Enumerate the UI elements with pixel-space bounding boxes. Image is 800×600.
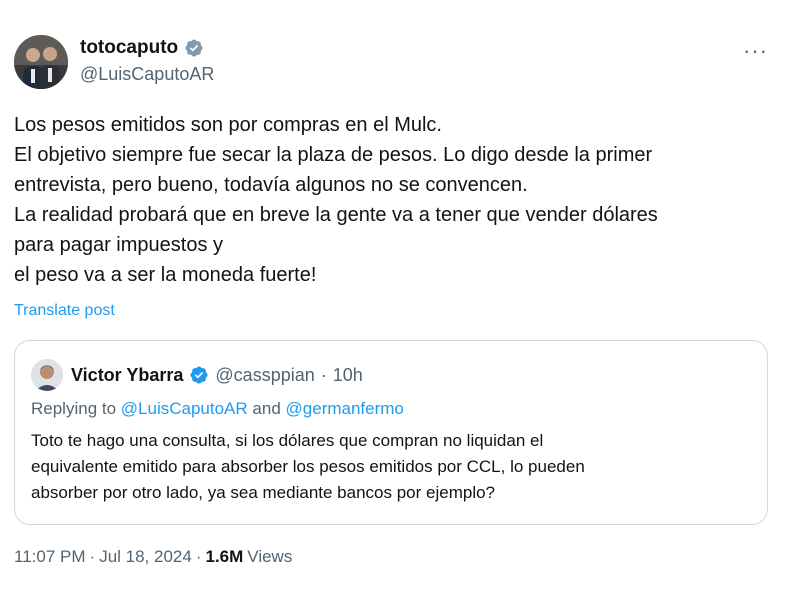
author-avatar[interactable] [14, 35, 68, 89]
verified-badge-icon[interactable] [184, 38, 204, 58]
separator-dot: · [89, 547, 96, 566]
quoted-author-name[interactable]: Victor Ybarra [71, 365, 183, 386]
mention-link[interactable]: @LuisCaputoAR [121, 399, 248, 418]
quoted-tweet-text: Toto te hago una consulta, si los dólare… [31, 428, 751, 506]
quoted-tweet[interactable]: Victor Ybarra @cassppian · 10h Replying … [14, 340, 768, 525]
quoted-line: Toto te hago una consulta, si los dólare… [31, 431, 544, 450]
quoted-tweet-header: Victor Ybarra @cassppian · 10h [31, 359, 363, 391]
avatar-photo [14, 35, 68, 89]
views-count[interactable]: 1.6M [206, 547, 244, 567]
tweet-line: Los pesos emitidos son por compras en el… [14, 114, 442, 136]
tweet-line: para pagar impuestos y [14, 234, 224, 256]
tweet-line: El objetivo siempre fue secar la plaza d… [14, 144, 653, 166]
separator-dot: · [195, 547, 202, 566]
replying-and: and [252, 399, 281, 418]
quoted-author-avatar[interactable] [31, 359, 63, 391]
more-options-icon[interactable]: ··· [743, 38, 768, 64]
tweet-line: La realidad probará que en breve la gent… [14, 204, 658, 226]
quoted-timestamp[interactable]: 10h [333, 365, 363, 386]
tweet-date[interactable]: Jul 18, 2024 [99, 547, 192, 567]
separator-dot: · [320, 364, 327, 385]
tweet-line: el peso va a ser la moneda fuerte! [14, 264, 317, 286]
author-block: totocaputo @LuisCaputoAR [80, 36, 214, 85]
mention-link[interactable]: @germanfermo [286, 399, 404, 418]
tweet-card: totocaputo @LuisCaputoAR ··· Los pesos e… [0, 0, 800, 600]
author-name-row: totocaputo [80, 36, 214, 60]
verified-badge-icon[interactable] [189, 365, 209, 385]
tweet-metadata: 11:07 PM · Jul 18, 2024 · 1.6M Views [14, 547, 292, 567]
author-display-name[interactable]: totocaputo [80, 37, 178, 59]
quoted-line: absorber por otro lado, ya sea mediante … [31, 483, 496, 502]
tweet-text: Los pesos emitidos son por compras en el… [14, 110, 774, 290]
views-label: Views [247, 547, 293, 566]
tweet-line: entrevista, pero bueno, todavía algunos … [14, 174, 528, 196]
quoted-line: equivalente emitido para absorber los pe… [31, 457, 585, 476]
translate-post-link[interactable]: Translate post [14, 302, 115, 320]
tweet-time[interactable]: 11:07 PM [14, 547, 86, 567]
replying-prefix: Replying to [31, 399, 117, 418]
replying-to: Replying to @LuisCaputoAR and @germanfer… [31, 399, 404, 419]
quoted-avatar-photo [31, 359, 63, 391]
author-handle[interactable]: @LuisCaputoAR [80, 64, 214, 85]
quoted-author-handle[interactable]: @cassppian [215, 365, 314, 386]
